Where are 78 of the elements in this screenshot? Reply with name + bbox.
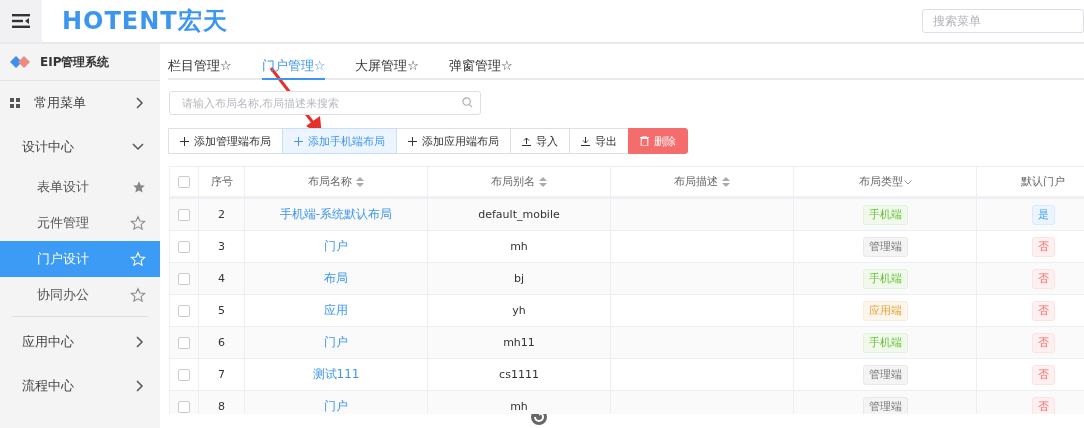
menu-item[interactable]: 表单设计 bbox=[0, 169, 160, 205]
checkbox[interactable] bbox=[178, 176, 190, 188]
tab[interactable]: 栏目管理☆ bbox=[168, 44, 232, 80]
table-cell: 7 bbox=[198, 358, 245, 391]
column-header: 序号 bbox=[198, 166, 245, 198]
column-header: 布局类型 bbox=[793, 166, 977, 198]
chevron-right-icon bbox=[136, 97, 144, 109]
column-header[interactable]: 布局描述 bbox=[610, 166, 794, 198]
checkbox[interactable] bbox=[178, 401, 190, 413]
menu-group[interactable]: 设计中心 bbox=[0, 125, 160, 169]
star-outline-icon[interactable] bbox=[130, 287, 146, 303]
logo-icon bbox=[10, 55, 30, 69]
menu-group[interactable]: 应用中心 bbox=[0, 320, 160, 364]
plus-icon bbox=[180, 136, 189, 146]
table-cell: 6 bbox=[198, 326, 245, 359]
add-button[interactable]: 添加应用端布局 bbox=[396, 128, 511, 154]
export-button[interactable]: 导出 bbox=[569, 128, 629, 154]
default-tag: 否 bbox=[1031, 396, 1055, 414]
checkbox[interactable] bbox=[178, 241, 190, 253]
table-cell: bj bbox=[427, 262, 611, 295]
logo: HOTENT宏天 bbox=[62, 6, 228, 37]
table-cell: 3 bbox=[198, 230, 245, 263]
default-tag: 否 bbox=[1031, 300, 1055, 321]
add-button[interactable]: 添加管理端布局 bbox=[168, 128, 283, 154]
type-tag: 管理端 bbox=[862, 396, 908, 414]
tab[interactable]: 大屏管理☆ bbox=[355, 44, 419, 80]
sort-icon[interactable] bbox=[722, 177, 730, 187]
sort-icon[interactable] bbox=[539, 177, 547, 187]
search-field[interactable]: 请输入布局名称,布局描述来搜索 bbox=[169, 91, 481, 115]
table-cell: 2 bbox=[198, 197, 245, 231]
default-tag: 否 bbox=[1031, 332, 1055, 353]
type-tag: 手机端 bbox=[862, 204, 908, 225]
import-button[interactable]: 导入 bbox=[510, 128, 570, 154]
system-name: EIP管理系统 bbox=[40, 53, 110, 71]
menu-icon[interactable] bbox=[12, 14, 30, 28]
checkbox[interactable] bbox=[178, 337, 190, 349]
table-cell: mh bbox=[427, 230, 611, 263]
type-tag: 应用端 bbox=[862, 300, 908, 321]
default-tag: 否 bbox=[1031, 268, 1055, 289]
type-tag: 手机端 bbox=[862, 268, 908, 289]
checkbox[interactable] bbox=[178, 305, 190, 317]
type-tag: 手机端 bbox=[862, 332, 908, 353]
star-outline-icon[interactable] bbox=[130, 215, 146, 231]
menu-group[interactable]: 常用菜单 bbox=[0, 81, 160, 125]
chevron-right-icon bbox=[136, 380, 144, 392]
tab[interactable]: 弹窗管理☆ bbox=[448, 44, 513, 80]
search-field[interactable]: 搜索菜单 bbox=[922, 9, 1084, 33]
table-cell: yh bbox=[427, 294, 611, 327]
download-icon bbox=[581, 136, 590, 146]
checkbox[interactable] bbox=[178, 273, 190, 285]
chevron-down-icon bbox=[132, 143, 144, 151]
column-header[interactable]: 布局名称 bbox=[244, 166, 428, 198]
plus-icon bbox=[408, 136, 417, 146]
menu-item[interactable]: 协同办公 bbox=[0, 277, 160, 313]
table-cell: default_mobile bbox=[427, 197, 611, 231]
default-tag: 是 bbox=[1031, 204, 1055, 225]
sort-icon[interactable] bbox=[356, 177, 364, 187]
menu-group[interactable]: 流程中心 bbox=[0, 364, 160, 408]
chevron-right-icon bbox=[136, 336, 144, 348]
column-header[interactable]: 布局别名 bbox=[427, 166, 611, 198]
type-tag: 管理端 bbox=[862, 364, 908, 385]
upload-icon bbox=[522, 136, 531, 146]
default-tag: 否 bbox=[1031, 236, 1055, 257]
table-cell: 5 bbox=[198, 294, 245, 327]
grid-icon bbox=[10, 98, 20, 108]
checkbox[interactable] bbox=[178, 369, 190, 381]
default-tag: 否 bbox=[1031, 364, 1055, 385]
search-icon bbox=[462, 97, 473, 108]
menu-item[interactable]: 元件管理 bbox=[0, 205, 160, 241]
plus-icon bbox=[294, 136, 303, 146]
table-cell: mh11 bbox=[427, 326, 611, 359]
table-cell: cs1111 bbox=[427, 358, 611, 391]
table-cell: 4 bbox=[198, 262, 245, 295]
trash-icon bbox=[640, 136, 649, 146]
type-tag: 管理端 bbox=[862, 236, 908, 257]
star-icon[interactable] bbox=[132, 180, 146, 194]
checkbox[interactable] bbox=[178, 209, 190, 221]
chevron-down-icon[interactable] bbox=[903, 180, 912, 185]
